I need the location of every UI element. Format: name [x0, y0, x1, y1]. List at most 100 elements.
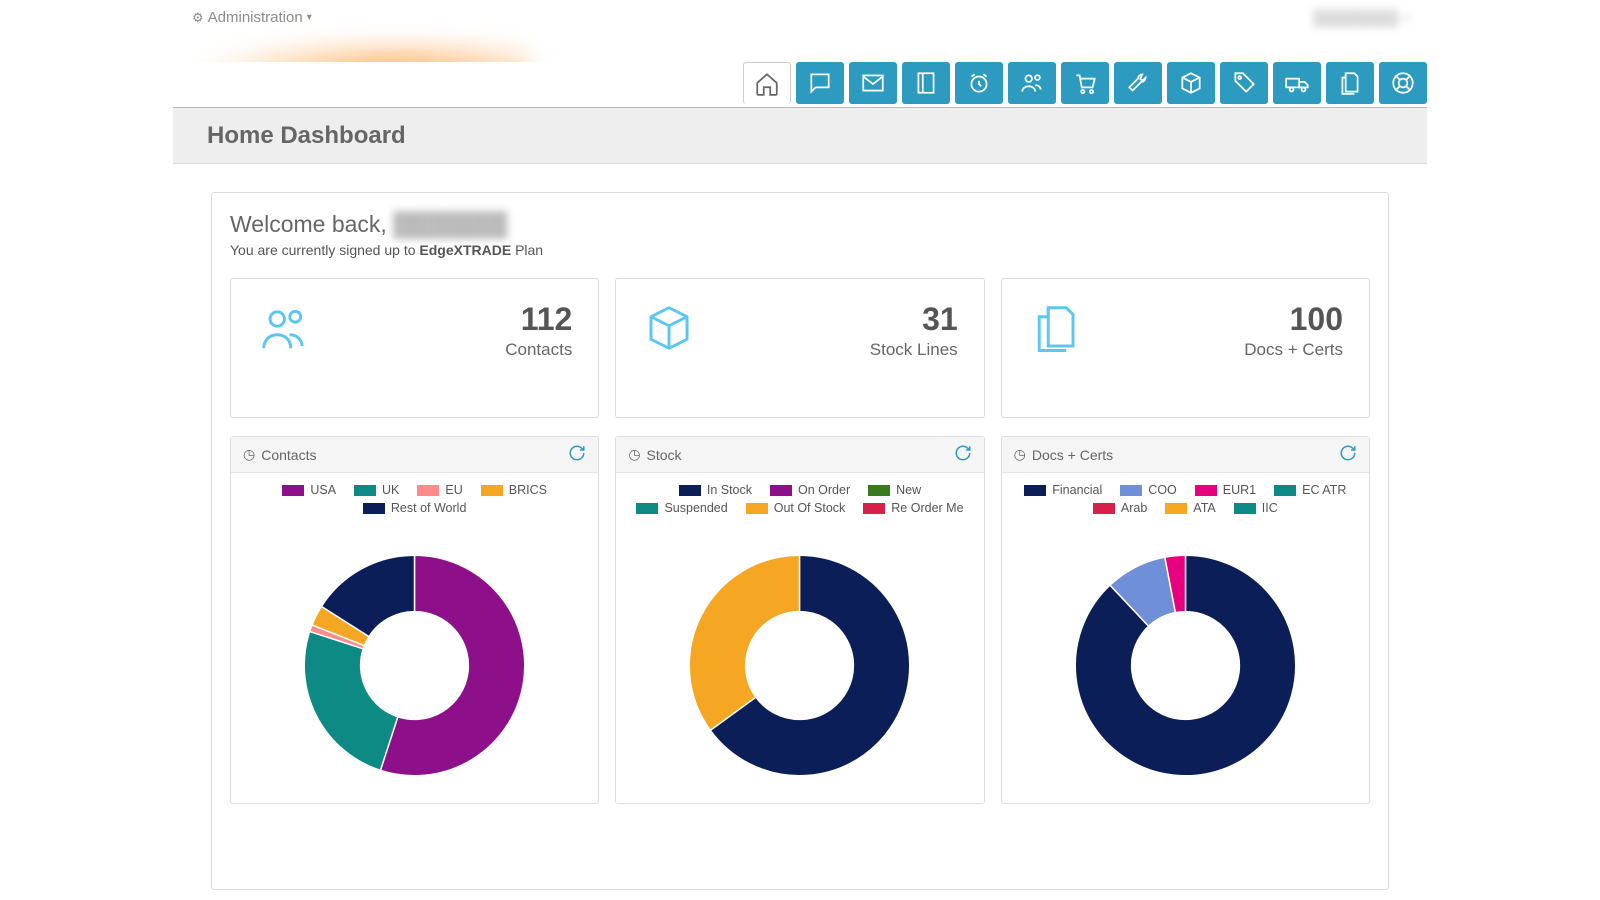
- chart-card-contacts: ◷ Contacts USA UK EU BRICS Rest of World: [230, 436, 599, 804]
- legend-swatch: [863, 503, 885, 514]
- chat-icon: [807, 70, 833, 96]
- legend-swatch: [363, 503, 385, 514]
- legend-swatch: [1274, 485, 1296, 496]
- legend-label: EU: [445, 483, 462, 497]
- legend-item[interactable]: IIC: [1234, 501, 1278, 515]
- refresh-button[interactable]: [954, 444, 972, 465]
- user-name: ███████: [393, 211, 507, 237]
- page-title-bar: Home Dashboard: [173, 108, 1427, 164]
- stat-card-docs[interactable]: 100Docs + Certs: [1001, 278, 1370, 418]
- charts-row: ◷Contacts USAUKEUBRICSRest of World ◷Sto…: [230, 436, 1370, 804]
- legend-label: EUR1: [1223, 483, 1256, 497]
- nav-tools[interactable]: [1114, 62, 1162, 104]
- refresh-button[interactable]: [568, 444, 586, 465]
- chart-legend: Financial COO EUR1 EC ATR Arab ATA IIC: [1010, 483, 1361, 525]
- donut-chart: [292, 543, 537, 788]
- legend-swatch: [481, 485, 503, 496]
- cube-icon: [642, 301, 696, 360]
- documents-icon: [1337, 70, 1363, 96]
- legend-item[interactable]: New: [868, 483, 921, 497]
- chart-card-stock: ◷Stock In StockOn OrderNewSuspendedOut O…: [615, 436, 984, 804]
- nav-home[interactable]: [743, 62, 791, 104]
- nav-clock[interactable]: [955, 62, 1003, 104]
- cart-icon: [1072, 70, 1098, 96]
- clock-icon: ◷: [243, 446, 255, 463]
- legend-swatch: [636, 503, 658, 514]
- admin-menu[interactable]: ⚙ Administration ▾: [192, 9, 312, 26]
- plan-info: You are currently signed up to EdgeXTRAD…: [230, 242, 1370, 258]
- legend-item[interactable]: In Stock: [679, 483, 752, 497]
- stat-card-contacts[interactable]: 112Contacts: [230, 278, 599, 418]
- legend-item[interactable]: EUR1: [1195, 483, 1256, 497]
- stat-label: Docs + Certs: [1244, 340, 1343, 360]
- documents-icon: [1028, 301, 1082, 360]
- legend-label: Financial: [1052, 483, 1102, 497]
- legend-label: On Order: [798, 483, 850, 497]
- legend-label: In Stock: [707, 483, 752, 497]
- legend-label: Re Order Me: [891, 501, 963, 515]
- legend-swatch: [679, 485, 701, 496]
- panel-title: Docs + Certs: [1032, 447, 1113, 463]
- legend-item[interactable]: BRICS: [481, 483, 547, 497]
- nav-help[interactable]: [1379, 62, 1427, 104]
- tag-icon: [1231, 70, 1257, 96]
- legend-item[interactable]: Rest of World: [363, 501, 467, 515]
- legend-label: ATA: [1193, 501, 1215, 515]
- legend-item[interactable]: ATA: [1165, 501, 1215, 515]
- legend-item[interactable]: Out Of Stock: [746, 501, 846, 515]
- welcome-heading: Welcome back, ███████: [230, 211, 1370, 238]
- chart-legend: USA UK EU BRICS Rest of World: [239, 483, 590, 525]
- plan-prefix: You are currently signed up to: [230, 242, 419, 258]
- legend-item[interactable]: On Order: [770, 483, 850, 497]
- legend-item[interactable]: Arab: [1093, 501, 1147, 515]
- plan-suffix: Plan: [511, 242, 543, 258]
- legend-item[interactable]: UK: [354, 483, 399, 497]
- wrench-icon: [1125, 70, 1151, 96]
- legend-swatch: [417, 485, 439, 496]
- book-icon: [913, 70, 939, 96]
- admin-label: Administration: [208, 9, 303, 26]
- nav-cart[interactable]: [1061, 62, 1109, 104]
- legend-label: COO: [1148, 483, 1176, 497]
- legend-swatch: [1093, 503, 1115, 514]
- legend-item[interactable]: EC ATR: [1274, 483, 1346, 497]
- gear-icon: ⚙: [192, 10, 204, 26]
- legend-label: Out Of Stock: [774, 501, 846, 515]
- legend-item[interactable]: COO: [1120, 483, 1176, 497]
- nav-shipping[interactable]: [1273, 62, 1321, 104]
- legend-swatch: [868, 485, 890, 496]
- legend-swatch: [1195, 485, 1217, 496]
- legend-swatch: [1165, 503, 1187, 514]
- legend-item[interactable]: Re Order Me: [863, 501, 963, 515]
- nav-contacts[interactable]: [1008, 62, 1056, 104]
- stat-value: 112: [505, 301, 572, 338]
- panel-title: Contacts: [261, 447, 316, 463]
- nav-stock[interactable]: [1167, 62, 1215, 104]
- legend-label: UK: [382, 483, 399, 497]
- welcome-text: Welcome back,: [230, 211, 393, 237]
- legend-item[interactable]: Financial: [1024, 483, 1102, 497]
- nav-mail[interactable]: [849, 62, 897, 104]
- legend-item[interactable]: Suspended: [636, 501, 727, 515]
- clock-icon: ◷: [628, 446, 640, 463]
- legend-item[interactable]: EU: [417, 483, 462, 497]
- chart-card-docs: ◷Docs + Certs FinancialCOOEUR1EC ATRArab…: [1001, 436, 1370, 804]
- cube-icon: [1178, 70, 1204, 96]
- mail-icon: [860, 70, 886, 96]
- nav-book[interactable]: [902, 62, 950, 104]
- nav-tags[interactable]: [1220, 62, 1268, 104]
- home-icon: [754, 71, 780, 97]
- people-icon: [1019, 70, 1045, 96]
- page-title: Home Dashboard: [207, 122, 406, 150]
- stat-label: Stock Lines: [870, 340, 958, 360]
- stat-card-stock[interactable]: 31Stock Lines: [615, 278, 984, 418]
- legend-item[interactable]: USA: [282, 483, 336, 497]
- dashboard-body: Welcome back, ███████ You are currently …: [211, 192, 1389, 890]
- legend-swatch: [354, 485, 376, 496]
- refresh-button[interactable]: [1339, 444, 1357, 465]
- nav-docs[interactable]: [1326, 62, 1374, 104]
- user-menu[interactable]: ████████ ▾: [1313, 9, 1410, 27]
- nav-chat[interactable]: [796, 62, 844, 104]
- lifebuoy-icon: [1390, 70, 1416, 96]
- legend-label: Suspended: [664, 501, 727, 515]
